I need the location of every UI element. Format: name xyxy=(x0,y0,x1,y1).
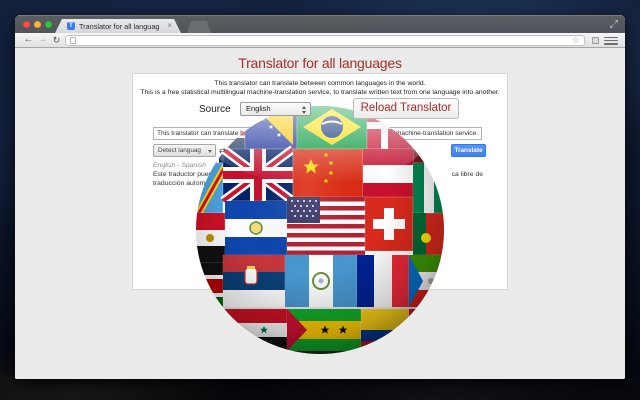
description-line-2: This is a free statistical multilingual … xyxy=(140,89,500,96)
reload-button[interactable]: ↻ xyxy=(50,33,63,47)
forward-button[interactable]: → xyxy=(36,33,49,47)
source-language-select[interactable]: English xyxy=(240,102,311,116)
address-bar[interactable]: ☆ xyxy=(65,35,585,46)
bookmark-star-icon[interactable]: ☆ xyxy=(572,35,580,45)
minimize-window-button[interactable] xyxy=(34,20,41,28)
source-label: Source xyxy=(199,104,231,115)
source-row: Source English Reload Translator xyxy=(133,98,507,120)
translate-button[interactable]: Translate xyxy=(451,144,486,157)
new-tab-button[interactable] xyxy=(187,21,211,33)
tab-close-icon[interactable]: × xyxy=(167,22,172,30)
chrome-menu-icon[interactable] xyxy=(604,36,618,45)
flag-uae xyxy=(408,308,444,354)
browser-window: T Translator for all languag × ← → ↻ ☆ T… xyxy=(15,15,625,379)
zoom-window-button[interactable] xyxy=(45,20,52,28)
tab-bar: T Translator for all languag × xyxy=(15,15,625,33)
browser-toolbar: ← → ↻ ☆ xyxy=(15,33,625,48)
back-button[interactable]: ← xyxy=(22,33,35,47)
browser-tab[interactable]: T Translator for all languag × xyxy=(55,19,181,33)
select-stepper-icon xyxy=(300,105,308,114)
page-icon xyxy=(70,36,76,44)
page-title: Translator for all languages xyxy=(238,55,402,71)
fullscreen-icon[interactable] xyxy=(609,19,619,29)
close-window-button[interactable] xyxy=(23,20,30,28)
flag-ukraine xyxy=(196,308,220,352)
description-line-1: This translator can translate between co… xyxy=(214,80,426,87)
tab-title: Translator for all languag xyxy=(79,21,160,31)
page-content: Translator for all languages This transl… xyxy=(15,48,625,379)
desktop: { "browser": { "window_controls": { "clo… xyxy=(0,0,640,400)
reload-translator-button[interactable]: Reload Translator xyxy=(353,98,459,119)
extension-action-icon[interactable] xyxy=(592,37,599,44)
tab-favicon-icon: T xyxy=(67,22,75,30)
flag-globe-image xyxy=(196,106,444,354)
